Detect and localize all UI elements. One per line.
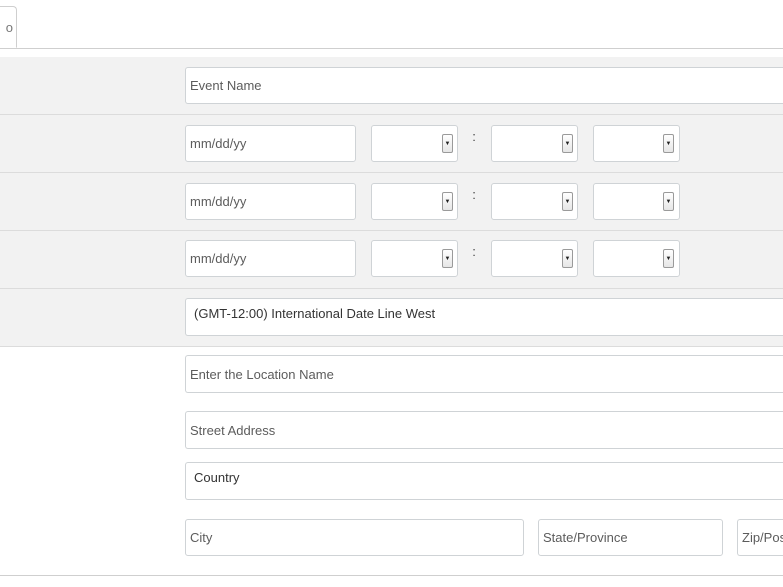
end-ampm-select[interactable]: ▼ — [593, 183, 680, 220]
start-date-placeholder: mm/dd/yy — [190, 136, 247, 151]
end-date-input[interactable]: mm/dd/yy — [185, 183, 356, 220]
timezone-row: (GMT-12:00) International Date Line West — [0, 289, 783, 347]
street-address-placeholder: Street Address — [190, 422, 276, 438]
event-name-placeholder: Event Name — [190, 78, 262, 93]
chevron-down-icon[interactable]: ▼ — [663, 134, 674, 153]
country-value: Country — [194, 470, 240, 485]
end-datetime-row: mm/dd/yy ▼ : ▼ ▼ — [0, 173, 783, 231]
event-name-input[interactable]: Event Name — [185, 67, 783, 104]
time-separator: : — [472, 187, 476, 202]
country-select[interactable]: Country — [185, 462, 783, 500]
start-ampm-select[interactable]: ▼ — [593, 125, 680, 162]
third-minute-select[interactable]: ▼ — [491, 240, 578, 277]
chevron-down-icon[interactable]: ▼ — [442, 192, 453, 211]
tab-label: o — [5, 19, 13, 35]
street-address-input[interactable]: Street Address — [185, 411, 783, 449]
chevron-down-icon[interactable]: ▼ — [442, 134, 453, 153]
location-name-placeholder: Enter the Location Name — [190, 366, 334, 382]
end-date-placeholder: mm/dd/yy — [190, 194, 247, 209]
zip-postal-placeholder: Zip/Pos — [742, 530, 783, 545]
start-date-input[interactable]: mm/dd/yy — [185, 125, 356, 162]
zip-postal-input[interactable]: Zip/Pos — [737, 519, 783, 556]
timezone-select[interactable]: (GMT-12:00) International Date Line West — [185, 298, 783, 336]
chevron-down-icon[interactable]: ▼ — [663, 192, 674, 211]
chevron-down-icon[interactable]: ▼ — [562, 192, 573, 211]
chevron-down-icon[interactable]: ▼ — [562, 249, 573, 268]
location-row: Enter the Location Name Street Address C… — [0, 347, 783, 576]
third-hour-select[interactable]: ▼ — [371, 240, 458, 277]
location-name-input[interactable]: Enter the Location Name — [185, 355, 783, 393]
city-placeholder: City — [190, 530, 213, 545]
third-ampm-select[interactable]: ▼ — [593, 240, 680, 277]
end-minute-select[interactable]: ▼ — [491, 183, 578, 220]
third-date-input[interactable]: mm/dd/yy — [185, 240, 356, 277]
chevron-down-icon[interactable]: ▼ — [562, 134, 573, 153]
start-minute-select[interactable]: ▼ — [491, 125, 578, 162]
start-hour-select[interactable]: ▼ — [371, 125, 458, 162]
chevron-down-icon[interactable]: ▼ — [663, 249, 674, 268]
start-datetime-row: mm/dd/yy ▼ : ▼ ▼ — [0, 115, 783, 173]
state-province-input[interactable]: State/Province — [538, 519, 723, 556]
city-input[interactable]: City — [185, 519, 524, 556]
tab-bar: o — [0, 0, 783, 49]
tab-active[interactable]: o — [0, 6, 17, 48]
third-datetime-row: mm/dd/yy ▼ : ▼ ▼ — [0, 231, 783, 289]
timezone-value: (GMT-12:00) International Date Line West — [194, 306, 436, 321]
chevron-down-icon[interactable]: ▼ — [442, 249, 453, 268]
time-separator: : — [472, 129, 476, 144]
event-name-row: Event Name — [0, 57, 783, 115]
time-separator: : — [472, 244, 476, 259]
third-date-placeholder: mm/dd/yy — [190, 251, 247, 266]
state-province-placeholder: State/Province — [543, 530, 628, 545]
end-hour-select[interactable]: ▼ — [371, 183, 458, 220]
